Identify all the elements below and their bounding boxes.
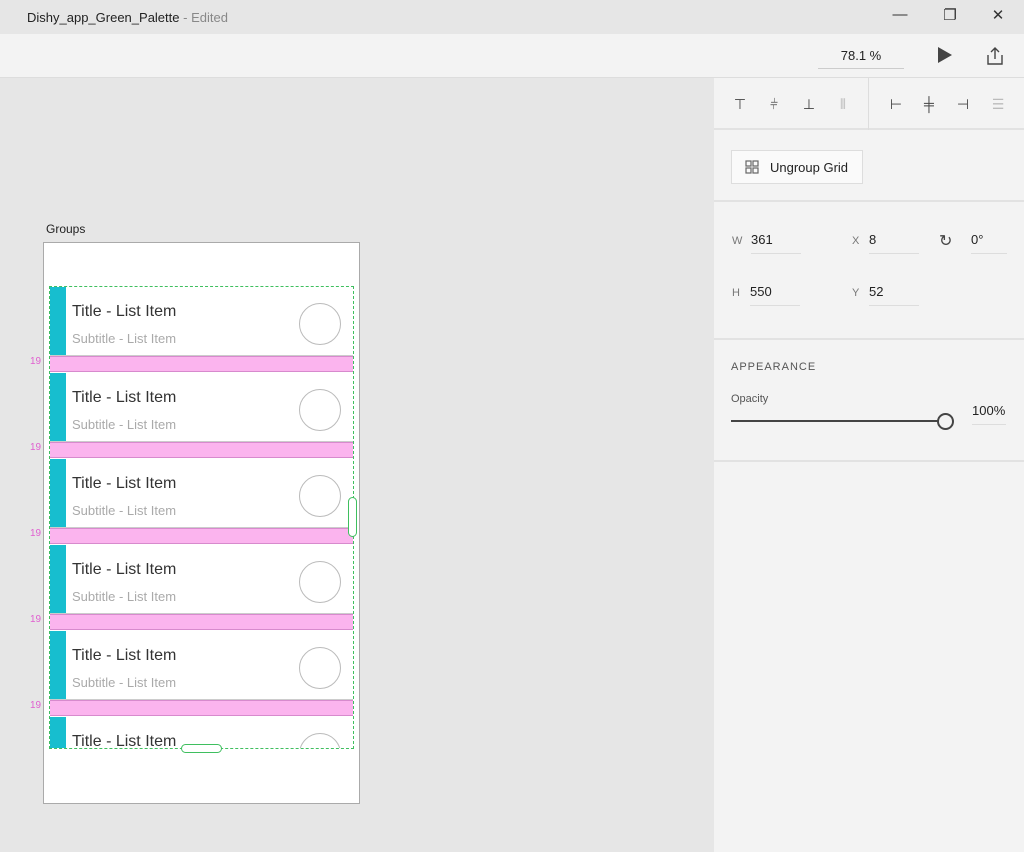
align-center-icon[interactable]: ╪: [919, 96, 939, 114]
accent-bar: [50, 287, 66, 355]
gap-size-label: 19: [30, 614, 42, 625]
list-item[interactable]: Title - List Item Subtitle - List Item: [50, 459, 353, 528]
title-bar: Dishy_app_Green_Palette - Edited — ❐ ✕: [0, 0, 1024, 34]
grid-gap[interactable]: [50, 442, 353, 458]
resize-handle-horizontal[interactable]: [181, 744, 222, 753]
width-input[interactable]: 361: [751, 232, 801, 254]
align-toolbar: ⊤ ⫩ ⊥ ⦀ ⊢ ╪ ⊣ ☰: [714, 78, 1024, 130]
list-item[interactable]: Title - List Item Subtitle - List Item: [50, 631, 353, 700]
align-left-icon[interactable]: ⊢: [886, 96, 906, 114]
minimize-button[interactable]: —: [880, 6, 920, 28]
list-item[interactable]: Title - List Item Subtitle - List Item: [50, 287, 353, 356]
opacity-slider-track[interactable]: [731, 420, 939, 422]
align-top-icon[interactable]: ⊤: [730, 96, 750, 114]
x-input[interactable]: 8: [869, 232, 919, 254]
height-input[interactable]: 550: [750, 284, 800, 306]
y-input[interactable]: 52: [869, 284, 919, 306]
accent-bar: [50, 459, 66, 527]
item-title: Title - List Item: [72, 303, 177, 320]
w-label: W: [732, 235, 743, 247]
gap-size-label: 19: [30, 700, 42, 711]
opacity-label: Opacity: [731, 393, 769, 405]
y-label: Y: [852, 287, 860, 299]
group-label: Groups: [46, 222, 86, 236]
repeat-grid[interactable]: Title - List Item Subtitle - List Item T…: [49, 286, 354, 749]
opacity-slider-thumb[interactable]: [937, 413, 954, 430]
avatar-placeholder: [299, 733, 341, 748]
ungroup-label: Ungroup Grid: [770, 160, 849, 175]
item-subtitle: Subtitle - List Item: [72, 503, 177, 518]
item-subtitle: Subtitle - List Item: [72, 589, 177, 604]
ungroup-grid-button[interactable]: Ungroup Grid: [731, 150, 863, 184]
dimensions-section: W 361 X 8 ↻ 0° H 550 Y 52: [714, 202, 1024, 340]
accent-bar: [50, 545, 66, 613]
toolbar: 78.1 %: [0, 34, 1024, 78]
zoom-level[interactable]: 78.1 %: [818, 48, 904, 69]
item-subtitle: Subtitle - List Item: [72, 331, 177, 346]
gap-size-label: 19: [30, 528, 42, 539]
window-title: Dishy_app_Green_Palette - Edited: [27, 10, 228, 25]
avatar-placeholder: [299, 389, 341, 431]
avatar-placeholder: [299, 647, 341, 689]
resize-handle-vertical[interactable]: [348, 497, 357, 537]
item-subtitle: Subtitle - List Item: [72, 417, 177, 432]
x-label: X: [852, 235, 860, 247]
item-title: Title - List Item: [72, 733, 177, 749]
property-panel: ⊤ ⫩ ⊥ ⦀ ⊢ ╪ ⊣ ☰ Ungroup Grid W 361 X 8 ↻…: [714, 78, 1024, 852]
avatar-placeholder: [299, 475, 341, 517]
grid-gap[interactable]: [50, 700, 353, 716]
gap-size-label: 19: [30, 442, 42, 453]
opacity-input[interactable]: 100%: [972, 403, 1006, 425]
item-subtitle: Subtitle - List Item: [72, 675, 177, 690]
share-icon[interactable]: [986, 46, 1004, 66]
distribute-horizontal-icon[interactable]: ☰: [988, 96, 1008, 114]
align-middle-icon[interactable]: ⫩: [764, 96, 784, 114]
align-right-icon[interactable]: ⊣: [953, 96, 973, 114]
h-label: H: [732, 287, 740, 299]
gap-size-label: 19: [30, 356, 42, 367]
accent-bar: [50, 717, 66, 748]
item-title: Title - List Item: [72, 647, 177, 664]
grid-gap[interactable]: [50, 614, 353, 630]
list-item[interactable]: Title - List Item Subtitle - List Item: [50, 545, 353, 614]
avatar-placeholder: [299, 303, 341, 345]
rotation-input[interactable]: 0°: [971, 232, 1007, 254]
item-title: Title - List Item: [72, 389, 177, 406]
accent-bar: [50, 373, 66, 441]
align-bottom-icon[interactable]: ⊥: [799, 96, 819, 114]
avatar-placeholder: [299, 561, 341, 603]
rotate-icon: ↻: [939, 233, 953, 250]
grid-icon: [745, 160, 759, 174]
accent-bar: [50, 631, 66, 699]
appearance-section: APPEARANCE Opacity 100%: [714, 340, 1024, 462]
item-title: Title - List Item: [72, 561, 177, 578]
item-title: Title - List Item: [72, 475, 177, 492]
appearance-heading: APPEARANCE: [731, 361, 817, 373]
list-item[interactable]: Title - List Item Subtitle - List Item: [50, 373, 353, 442]
grid-gap[interactable]: [50, 356, 353, 372]
maximize-button[interactable]: ❐: [930, 6, 970, 28]
close-button[interactable]: ✕: [978, 6, 1018, 28]
divider: [868, 78, 869, 130]
play-icon[interactable]: [938, 47, 952, 63]
distribute-vertical-icon[interactable]: ⦀: [833, 96, 853, 114]
grid-gap[interactable]: [50, 528, 353, 544]
